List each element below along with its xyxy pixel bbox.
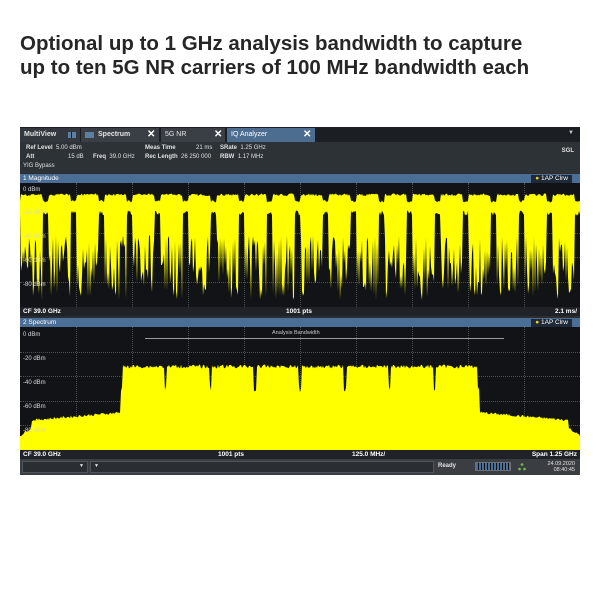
magnitude-trace — [20, 193, 580, 300]
spectrum-trace — [20, 364, 580, 450]
date-time: 24.09.2020 08:40:45 — [533, 461, 575, 473]
yig-bypass-info: YIG Bypass — [23, 163, 55, 169]
headline: Optional up to 1 GHz analysis bandwidth … — [20, 32, 590, 80]
y-label-0: 0 dBm — [23, 332, 41, 338]
magnitude-footer: CF 39.0 GHz 1001 pts 2.1 ms/ — [20, 307, 580, 316]
dropdown-arrow-icon[interactable]: ▼ — [568, 130, 574, 136]
points-count: 1001 pts — [286, 308, 313, 315]
y-label-4: -80 dBm — [23, 428, 46, 434]
srate-info[interactable]: SRate 1.25 GHz — [220, 144, 266, 152]
span: Span 1.25 GHz — [531, 451, 577, 458]
tab-5g-nr[interactable]: 5G NR ✕ — [161, 128, 225, 142]
network-icon[interactable] — [518, 463, 526, 471]
trace-indicator[interactable]: ● 1AP Clrw — [531, 174, 572, 183]
close-icon[interactable]: ✕ — [303, 128, 311, 142]
progress-meter — [475, 462, 511, 471]
analysis-bandwidth-marker — [145, 338, 504, 339]
sweep-mode-indicator: SGL — [561, 148, 574, 154]
freq-info[interactable]: Freq 39.0 GHz — [93, 153, 135, 161]
y-label-0: 0 dBm — [23, 187, 41, 193]
time: 08:40:45 — [553, 467, 575, 473]
rbw-info[interactable]: RBW 1.17 MHz — [220, 153, 263, 161]
status-bar: ▼ ▼ Ready 24.09.2020 08:40:45 — [20, 459, 580, 475]
tab-spectrum[interactable]: Spectrum ✕ — [81, 128, 159, 142]
spectrum-icon — [85, 132, 94, 138]
measurement-info-bar: Ref Level 5.00 dBm Att 15 dB Freq 39.0 G… — [20, 142, 580, 173]
y-label-2: -40 dBm — [23, 380, 46, 386]
analyzer-screen: MultiView Spectrum ✕ 5G NR ✕ IQ Analyzer… — [20, 127, 580, 475]
points-count: 1001 pts — [218, 451, 245, 458]
tab-5g-nr-label: 5G NR — [165, 131, 187, 138]
tab-iq-analyzer[interactable]: IQ Analyzer ✕ — [227, 128, 315, 142]
y-label-3: -60 dBm — [23, 258, 46, 264]
center-frequency: CF 39.0 GHz — [23, 451, 61, 458]
ref-level-info[interactable]: Ref Level 5.00 dBm — [26, 144, 82, 152]
y-label-1: -20 dBm — [23, 210, 46, 216]
rec-length-info[interactable]: Rec Length 26 250 000 — [145, 153, 211, 161]
status-field-2[interactable]: ▼ — [90, 461, 434, 473]
tab-spectrum-label: Spectrum — [98, 131, 131, 138]
close-icon[interactable]: ✕ — [147, 128, 155, 142]
y-label-1: -20 dBm — [23, 356, 46, 362]
multiview-icon — [68, 132, 76, 138]
status-field-1[interactable]: ▼ — [22, 461, 88, 473]
tab-iq-analyzer-label: IQ Analyzer — [231, 131, 268, 138]
tab-multiview-label: MultiView — [24, 131, 57, 138]
analysis-bandwidth-label: Analysis Bandwidth — [272, 330, 320, 336]
att-value: 15 dB — [68, 154, 84, 160]
y-label-3: -60 dBm — [23, 404, 46, 410]
center-frequency: CF 39.0 GHz — [23, 308, 61, 315]
magnitude-panel-title: 1 Magnitude — [23, 175, 59, 182]
headline-line-1: Optional up to 1 GHz analysis bandwidth … — [20, 32, 523, 55]
magnitude-panel-header[interactable]: 1 Magnitude ● 1AP Clrw — [20, 174, 580, 183]
close-icon[interactable]: ✕ — [214, 128, 222, 142]
spectrum-panel-title: 2 Spectrum — [23, 319, 57, 326]
headline-line-2: up to ten 5G NR carriers of 100 MHz band… — [20, 56, 530, 79]
spectrum-trace-area — [20, 364, 580, 450]
y-label-2: -40 dBm — [23, 234, 46, 240]
frequency-per-division: 125.0 MHz/ — [352, 451, 386, 458]
spectrum-plot[interactable]: Analysis Bandwidth 0 dBm -20 dBm -40 dBm… — [20, 327, 580, 450]
y-label-4: -80 dBm — [23, 282, 46, 288]
meas-time-value: 21 ms — [196, 145, 213, 151]
magnitude-plot[interactable]: 0 dBm -20 dBm -40 dBm -60 dBm -80 dBm — [20, 183, 580, 307]
tab-multiview[interactable]: MultiView — [20, 128, 80, 142]
trace-indicator[interactable]: ● 1AP Clrw — [531, 318, 572, 327]
magnitude-trace-area — [20, 193, 580, 300]
meas-time-info[interactable]: Meas Time — [145, 144, 176, 152]
spectrum-footer: CF 39.0 GHz 1001 pts 125.0 MHz/ Span 1.2… — [20, 450, 580, 459]
tab-bar: MultiView Spectrum ✕ 5G NR ✕ IQ Analyzer… — [20, 127, 580, 142]
ready-status: Ready — [438, 463, 457, 469]
spectrum-panel-header[interactable]: 2 Spectrum ● 1AP Clrw — [20, 318, 580, 327]
att-info[interactable]: Att — [26, 153, 34, 161]
time-per-division: 2.1 ms/ — [554, 308, 577, 315]
